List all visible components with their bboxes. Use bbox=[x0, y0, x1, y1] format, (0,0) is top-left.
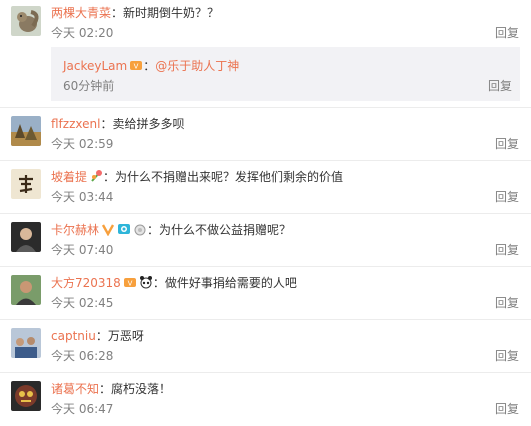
username[interactable]: 坡着提 bbox=[51, 170, 87, 184]
svg-text:V: V bbox=[134, 63, 139, 71]
username[interactable]: 诸葛不知 bbox=[51, 382, 99, 396]
verified-v-icon bbox=[101, 222, 115, 237]
comment-time: 今天 06:47 bbox=[51, 402, 114, 416]
vip-badge-icon: V bbox=[129, 58, 143, 72]
comment-item: 诸葛不知：腐朽没落！ 今天 06:47 回复 bbox=[0, 373, 531, 426]
comment-content: 坡着提 ：为什么不捐赠出来呢？发挥他们剩余的价值 bbox=[51, 169, 343, 185]
comment-text: 为什么不做公益捐赠呢？ bbox=[159, 223, 292, 237]
comment-text: 为什么不捐赠出来呢？发挥他们剩余的价值 bbox=[115, 170, 344, 184]
username[interactable]: JackeyLam bbox=[63, 59, 127, 73]
reply-button[interactable]: 回复 bbox=[495, 25, 519, 41]
mask-avatar[interactable] bbox=[11, 381, 41, 411]
comment-content: captniu：万恶呀 bbox=[51, 328, 144, 344]
separator: ： bbox=[143, 59, 156, 73]
sub-reply-content: JackeyLam V ：@乐于助人丁神 bbox=[63, 58, 239, 74]
reply-button[interactable]: 回复 bbox=[495, 189, 519, 205]
comment-time: 今天 02:20 bbox=[51, 26, 114, 40]
separator: ： bbox=[152, 276, 165, 290]
separator: ： bbox=[103, 170, 116, 184]
separator: ： bbox=[100, 117, 113, 131]
squirrel-avatar[interactable] bbox=[11, 6, 41, 36]
mention-link[interactable]: @乐于助人丁神 bbox=[155, 59, 239, 73]
username[interactable]: flfzzxenl bbox=[51, 117, 100, 131]
comment-time: 今天 03:44 bbox=[51, 190, 114, 204]
username[interactable]: captniu bbox=[51, 329, 96, 343]
comment-item: 卡尔赫林 ：为什么不做公益捐赠呢？ 今天 07:40 回复 bbox=[0, 214, 531, 267]
comment-item: 大方720318 V ：做件好事捐给需要的人吧 今天 02:45 回复 bbox=[0, 267, 531, 320]
comment-item: flfzzxenl：卖给拼多多呗 今天 02:59 回复 bbox=[0, 108, 531, 161]
username[interactable]: 卡尔赫林 bbox=[51, 223, 99, 237]
comment-content: 两棵大青菜：新时期倒牛奶？？ bbox=[51, 5, 219, 21]
comment-text: 新时期倒牛奶？？ bbox=[123, 6, 220, 20]
separator: ： bbox=[147, 223, 160, 237]
reply-button[interactable]: 回复 bbox=[488, 78, 512, 94]
sub-reply-box: JackeyLam V ：@乐于助人丁神 60分钟前 回复 bbox=[51, 47, 520, 101]
comment-content: 卡尔赫林 ：为什么不做公益捐赠呢？ bbox=[51, 222, 291, 238]
comment-time: 今天 07:40 bbox=[51, 243, 114, 257]
medal-badge-icon bbox=[133, 222, 147, 236]
comment-content: 诸葛不知：腐朽没落！ bbox=[51, 381, 171, 397]
man-avatar[interactable] bbox=[11, 275, 41, 305]
landscape-avatar[interactable] bbox=[11, 116, 41, 146]
comment-time: 今天 02:45 bbox=[51, 296, 114, 310]
comment-content: 大方720318 V ：做件好事捐给需要的人吧 bbox=[51, 275, 297, 291]
reply-button[interactable]: 回复 bbox=[495, 295, 519, 311]
comment-time: 今天 06:28 bbox=[51, 349, 114, 363]
comment-time: 今天 02:59 bbox=[51, 137, 114, 151]
reply-button[interactable]: 回复 bbox=[495, 242, 519, 258]
camera-badge-icon bbox=[117, 222, 131, 236]
comment-text: 万恶呀 bbox=[107, 329, 144, 343]
reply-button[interactable]: 回复 bbox=[495, 136, 519, 152]
reply-button[interactable]: 回复 bbox=[495, 401, 519, 417]
separator: ： bbox=[99, 382, 112, 396]
panda-badge-icon bbox=[139, 275, 153, 289]
comment-item: captniu：万恶呀 今天 06:28 回复 bbox=[0, 320, 531, 373]
calligraphy-avatar[interactable] bbox=[11, 169, 41, 199]
comment-content: flfzzxenl：卖给拼多多呗 bbox=[51, 116, 184, 132]
portrait-avatar[interactable] bbox=[11, 222, 41, 252]
comment-text: 腐朽没落！ bbox=[111, 382, 172, 396]
svg-text:V: V bbox=[127, 280, 132, 288]
comment-item: 两棵大青菜：新时期倒牛奶？？ 今天 02:20 回复 JackeyLam V ：@乐… bbox=[0, 0, 531, 108]
comment-text: 卖给拼多多呗 bbox=[112, 117, 185, 131]
separator: ： bbox=[111, 6, 124, 20]
separator: ： bbox=[95, 329, 108, 343]
vip-badge-icon: V bbox=[123, 275, 137, 289]
flower-badge-icon bbox=[89, 169, 103, 183]
comment-item: 坡着提 ：为什么不捐赠出来呢？发挥他们剩余的价值 今天 03:44 回复 bbox=[0, 161, 531, 214]
reply-button[interactable]: 回复 bbox=[495, 348, 519, 364]
group-avatar[interactable] bbox=[11, 328, 41, 358]
username[interactable]: 大方720318 bbox=[51, 276, 121, 290]
sub-reply-time: 60分钟前 bbox=[63, 79, 115, 93]
comment-text: 做件好事捐给需要的人吧 bbox=[164, 276, 297, 290]
username[interactable]: 两棵大青菜 bbox=[51, 6, 111, 20]
